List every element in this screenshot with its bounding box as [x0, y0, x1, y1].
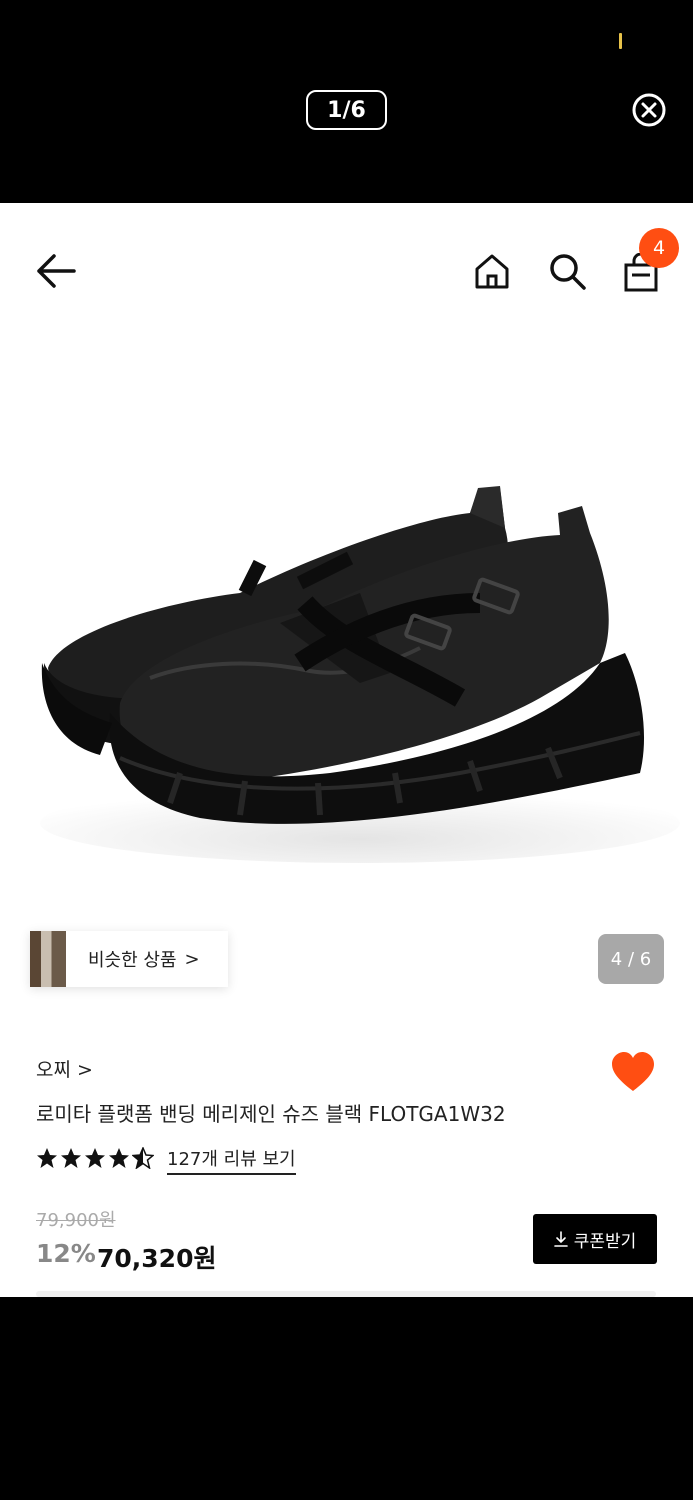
half-star-icon	[132, 1147, 154, 1169]
image-counter: 4 / 6	[598, 934, 664, 984]
status-indicator	[619, 33, 622, 49]
chevron-right-icon: >	[184, 948, 200, 970]
product-title: 로미타 플랫폼 밴딩 메리제인 슈즈 블랙 FLOTGA1W32	[36, 1102, 506, 1126]
star-icon	[109, 1148, 129, 1168]
search-icon[interactable]	[547, 251, 587, 291]
cart-count-badge: 4	[639, 228, 679, 268]
product-page: 4 비슷한 상품 > 4 / 6 오찌 > 로미타 플랫폼 밴딩 메리제인 슈즈…	[0, 203, 693, 1297]
home-icon[interactable]	[473, 251, 511, 291]
image-viewer-header: 1/6	[0, 0, 693, 203]
heart-icon[interactable]	[610, 1051, 656, 1093]
star-icon	[37, 1148, 57, 1168]
original-price: 79,900원	[36, 1210, 116, 1231]
bottom-overlay	[0, 1297, 693, 1500]
similar-products-button[interactable]: 비슷한 상품 >	[30, 931, 228, 987]
similar-products-label: 비슷한 상품	[88, 950, 177, 971]
rating-stars	[36, 1147, 154, 1169]
brand-link[interactable]: 오찌 >	[36, 1055, 93, 1082]
review-link[interactable]: 127개 리뷰 보기	[167, 1145, 296, 1175]
discount-rate: 12%	[36, 1239, 96, 1268]
star-icon	[61, 1148, 81, 1168]
similar-product-thumbnail	[30, 931, 66, 987]
product-image[interactable]	[0, 303, 693, 1023]
arrow-left-icon[interactable]	[34, 251, 78, 291]
close-circle-icon[interactable]	[632, 93, 666, 127]
coupon-download-button[interactable]: 쿠폰받기	[533, 1214, 657, 1264]
download-icon	[553, 1231, 568, 1247]
coupon-label: 쿠폰받기	[573, 1231, 637, 1252]
page-indicator: 1/6	[306, 90, 387, 130]
sale-price: 70,320원	[97, 1244, 217, 1273]
star-icon	[85, 1148, 105, 1168]
